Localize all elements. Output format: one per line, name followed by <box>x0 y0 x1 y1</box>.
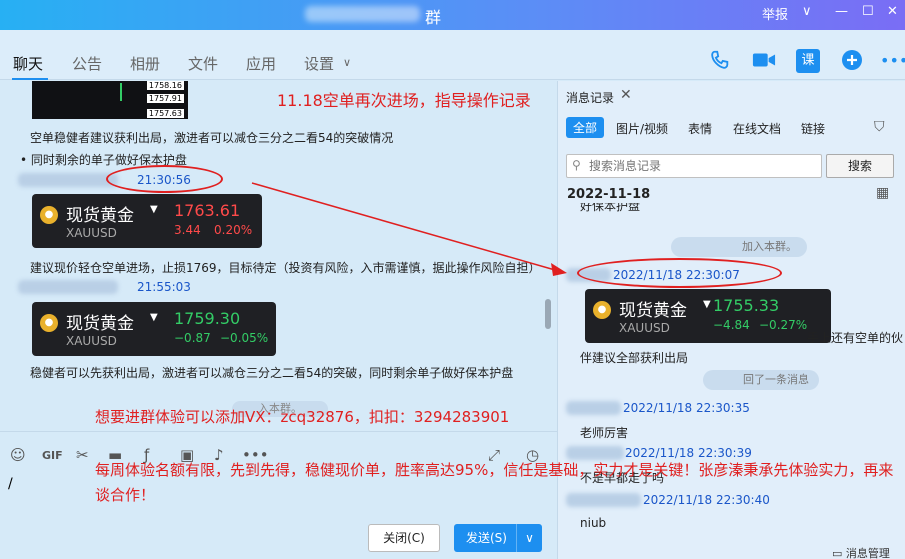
annotation-arrow <box>251 182 567 276</box>
